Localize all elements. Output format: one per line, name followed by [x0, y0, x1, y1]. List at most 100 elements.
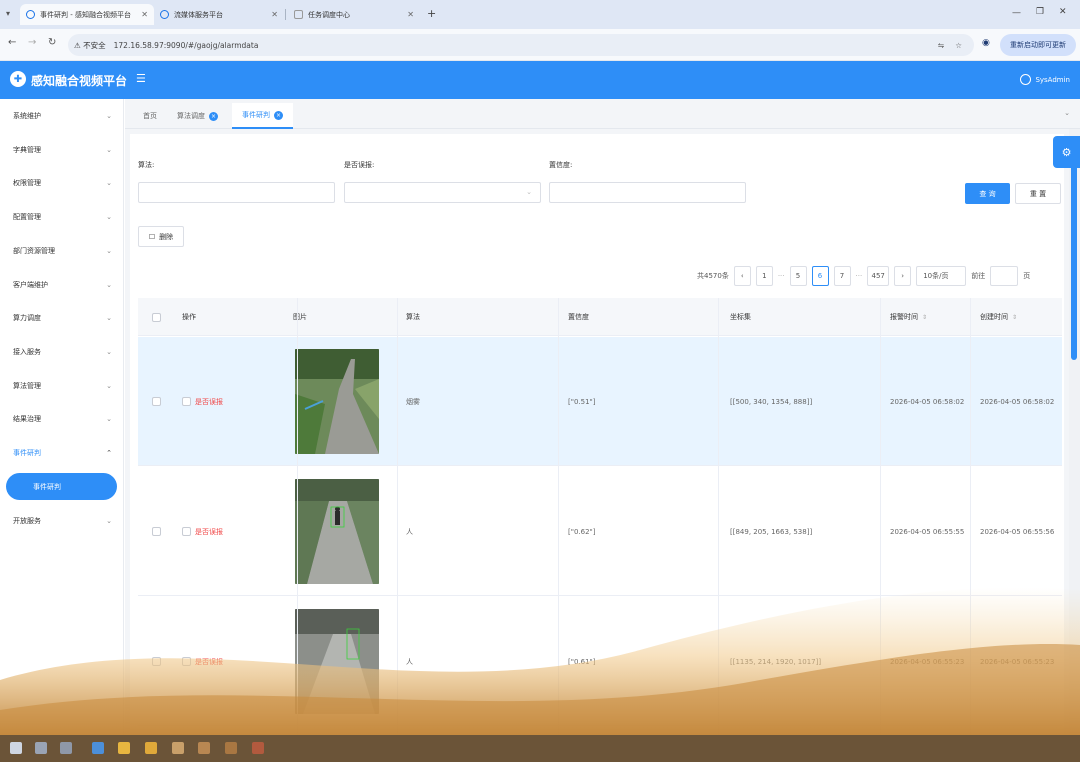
tab-close-icon[interactable]: × — [209, 111, 218, 121]
row-checkbox[interactable] — [152, 657, 161, 666]
sort-icon[interactable]: ⇕ — [922, 314, 927, 321]
scrollbar-thumb[interactable] — [1071, 140, 1077, 360]
confidence-input[interactable] — [549, 182, 746, 203]
sidebar-item-result[interactable]: 结果治理 ⌄ — [0, 409, 124, 429]
update-button[interactable]: 重新启动即可更新 — [1000, 34, 1076, 56]
false-alarm-link[interactable]: 是否误报 — [182, 657, 223, 667]
page-button[interactable]: 7 — [833, 266, 851, 286]
alarm-image[interactable] — [295, 609, 379, 714]
browser-tab[interactable]: 任务调度中心 ✕ — [288, 4, 420, 25]
close-window-icon[interactable]: ✕ — [1059, 7, 1067, 17]
tab-close-icon[interactable]: × — [274, 110, 283, 120]
edge-browser-icon[interactable] — [92, 742, 104, 754]
app-icon[interactable] — [252, 742, 264, 754]
tab-event-judge[interactable]: 事件研判 × — [232, 103, 293, 129]
close-icon[interactable]: ✕ — [271, 10, 278, 19]
omnibox[interactable]: ⚠ 不安全 172.16.58.97:9090/#/gaojg/alarmdat… — [68, 34, 974, 56]
reset-button[interactable]: 重 置 — [1015, 183, 1061, 204]
alarm-time-cell: 2026-04-05 06:58:02 — [890, 397, 965, 406]
alarm-image[interactable] — [295, 349, 379, 454]
sidebar-item-client[interactable]: 客户端维护 ⌄ — [0, 275, 124, 295]
tabs-more-icon[interactable]: ⌄ — [1064, 109, 1070, 117]
app-icon[interactable] — [198, 742, 210, 754]
algo-input[interactable] — [138, 182, 335, 203]
sidebar-item-permission[interactable]: 权限管理 ⌄ — [0, 173, 124, 193]
new-tab-button[interactable]: + — [427, 7, 436, 20]
col-header-alarm-time[interactable]: 报警时间 ⇕ — [890, 298, 927, 336]
sidebar-item-open[interactable]: 开放服务 ⌄ — [0, 511, 124, 531]
alarm-image[interactable] — [295, 479, 379, 584]
sidebar-item-compute[interactable]: 算力调度 ⌄ — [0, 308, 124, 328]
table-row[interactable]: 是否误报 人 ["0.61"] [[1135, 214, 1920, 1017]… — [138, 597, 1062, 726]
col-header-image: 图片 — [293, 313, 307, 321]
tab-algo-schedule[interactable]: 算法调度 × — [167, 103, 228, 129]
task-view-icon[interactable] — [60, 742, 72, 754]
alarm-image-photo — [295, 609, 379, 714]
row-checkbox[interactable] — [182, 397, 191, 406]
user-menu[interactable]: SysAdmin — [1020, 74, 1070, 85]
bookmark-star-icon[interactable]: ☆ — [955, 41, 962, 50]
settings-gear-icon[interactable]: ⚙ — [1053, 136, 1080, 168]
sidebar-item-access[interactable]: 接入服务 ⌄ — [0, 342, 124, 362]
delete-button[interactable]: ☐ 删除 — [138, 226, 184, 247]
profile-icon[interactable]: ◉ — [982, 38, 990, 48]
col-header-confidence: 置信度 — [568, 313, 589, 321]
pagination: 共4570条 ‹ 1 ··· 5 6 7 ··· 457 › 10条/页 前往 … — [697, 265, 1030, 287]
sidebar-item-system[interactable]: 系统维护 ⌄ — [0, 106, 124, 126]
row-checkbox[interactable] — [152, 397, 161, 406]
table-row[interactable]: 是否误报 人 ["0.62"] [[849, 205, 1663, 538]] … — [138, 467, 1062, 596]
security-warning[interactable]: ⚠ 不安全 — [74, 40, 106, 51]
app-icon[interactable] — [225, 742, 237, 754]
table-row[interactable]: 是否误报 烟雾 ["0.51"] [[500, 340, 1354, 888]]… — [138, 337, 1062, 466]
page-button[interactable]: 5 — [789, 266, 807, 286]
search-button[interactable]: 查 询 — [965, 183, 1010, 204]
page-button[interactable]: 1 — [755, 266, 773, 286]
ellipsis-icon[interactable]: ··· — [856, 272, 863, 280]
sidebar-item-dept[interactable]: 部门资源管理 ⌄ — [0, 241, 124, 261]
ellipsis-icon[interactable]: ··· — [778, 272, 785, 280]
start-menu-icon[interactable] — [10, 742, 22, 754]
browser-tab-active[interactable]: 事件研判 - 感知融合视频平台 ✕ — [20, 4, 154, 25]
total-count: 共4570条 — [697, 272, 729, 280]
confirm-select[interactable]: ⌄ — [344, 182, 541, 203]
row-checkbox[interactable] — [152, 527, 161, 536]
sidebar-subitem-event-judge[interactable]: 事件研判 — [6, 473, 117, 500]
page-button-last[interactable]: 457 — [867, 266, 890, 286]
back-icon[interactable]: ← — [8, 37, 16, 48]
forward-icon[interactable]: → — [28, 37, 36, 48]
next-page-button[interactable]: › — [894, 266, 912, 286]
sidebar-item-dict[interactable]: 字典管理 ⌄ — [0, 140, 124, 160]
browser-tab-strip: ▾ 事件研判 - 感知融合视频平台 ✕ 流媒体服务平台 ✕ 任务调度中心 ✕ +… — [0, 0, 1080, 29]
restore-icon[interactable]: ❐ — [1036, 7, 1044, 17]
row-checkbox[interactable] — [182, 527, 191, 536]
tab-search-icon[interactable]: ▾ — [6, 9, 10, 18]
file-explorer-icon[interactable] — [145, 742, 157, 754]
page-button-current[interactable]: 6 — [811, 266, 829, 286]
select-all-checkbox[interactable] — [152, 312, 161, 322]
goto-page-input[interactable] — [990, 266, 1019, 286]
search-icon[interactable] — [35, 742, 47, 754]
chrome-icon[interactable] — [118, 742, 130, 754]
row-checkbox[interactable] — [182, 657, 191, 666]
sort-icon[interactable]: ⇕ — [1012, 314, 1017, 321]
menu-toggle-icon[interactable]: ☰ — [136, 72, 146, 85]
false-alarm-link[interactable]: 是否误报 — [182, 397, 223, 407]
browser-tab[interactable]: 流媒体服务平台 ✕ — [154, 4, 284, 25]
minimize-icon[interactable]: — — [1012, 8, 1021, 18]
tab-label: 算法调度 — [177, 112, 205, 120]
column-divider — [970, 298, 971, 738]
page-size-select[interactable]: 10条/页 — [916, 266, 967, 286]
prev-page-button[interactable]: ‹ — [733, 266, 751, 286]
close-icon[interactable]: ✕ — [407, 10, 414, 19]
close-icon[interactable]: ✕ — [141, 10, 148, 19]
tab-home[interactable]: 首页 — [133, 103, 167, 129]
sidebar-item-label: 结果治理 — [13, 415, 41, 423]
app-icon[interactable] — [172, 742, 184, 754]
sidebar-item-algorithm[interactable]: 算法管理 ⌄ — [0, 376, 124, 396]
sidebar-item-config[interactable]: 配置管理 ⌄ — [0, 207, 124, 227]
reload-icon[interactable]: ↻ — [48, 37, 56, 48]
false-alarm-link[interactable]: 是否误报 — [182, 527, 223, 537]
col-header-create-time[interactable]: 创建时间 ⇕ — [980, 298, 1017, 336]
sidebar-item-event[interactable]: 事件研判 ⌃ — [0, 443, 124, 463]
translate-icon[interactable]: ⇋ — [938, 41, 944, 50]
